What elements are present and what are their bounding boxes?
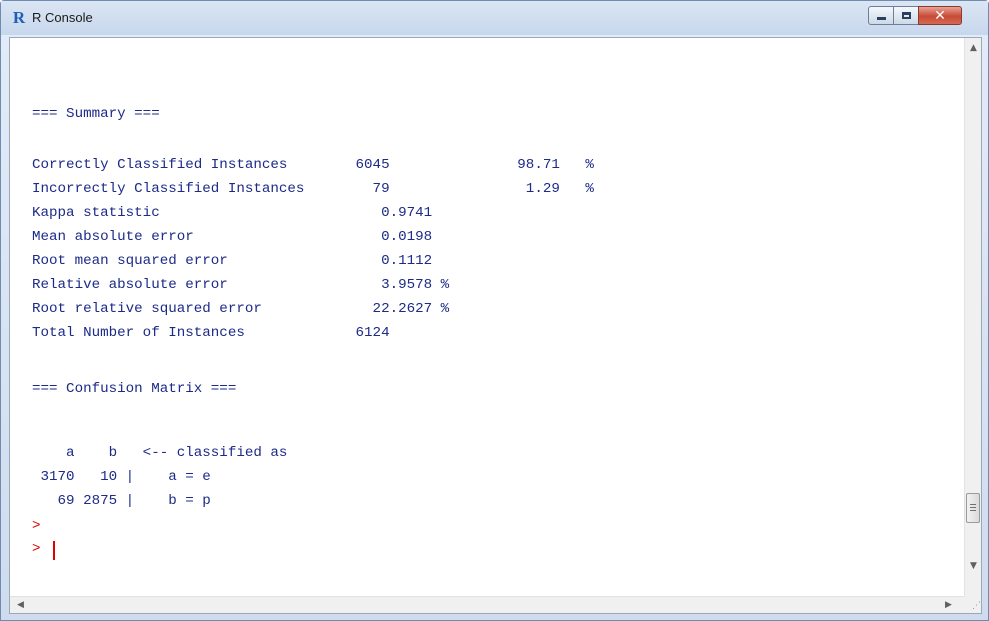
vertical-scrollbar[interactable]: ▲ ▼ bbox=[964, 38, 981, 596]
console-line: a b <-- classified as bbox=[32, 445, 288, 461]
console-line: === Confusion Matrix === bbox=[32, 381, 237, 397]
console-line: 69 2875 | b = p bbox=[32, 493, 211, 509]
console-line: 3170 10 | a = e bbox=[32, 469, 211, 485]
window-title: R Console bbox=[32, 10, 93, 25]
input-caret[interactable] bbox=[53, 541, 55, 560]
r-console-window: R R Console ✕ === Summary === Correctly … bbox=[0, 0, 989, 621]
grip-line bbox=[970, 507, 976, 508]
minimize-button[interactable] bbox=[868, 6, 894, 25]
console-line: Incorrectly Classified Instances 79 1.29… bbox=[32, 181, 594, 197]
horizontal-scrollbar[interactable]: ◀ ▶ bbox=[10, 596, 964, 613]
console-line: Root relative squared error 22.2627 % bbox=[32, 301, 450, 317]
console-output[interactable]: === Summary === Correctly Classified Ins… bbox=[10, 38, 964, 596]
grip-line bbox=[970, 504, 976, 505]
console-line: === Summary === bbox=[32, 106, 160, 122]
grip-line bbox=[970, 510, 976, 511]
minimize-icon bbox=[876, 17, 886, 20]
console-line: Relative absolute error 3.9578 % bbox=[32, 277, 450, 293]
r-logo-icon[interactable]: R bbox=[11, 9, 27, 26]
console-prompt: > bbox=[32, 518, 41, 534]
console-line: Total Number of Instances 6124 bbox=[32, 325, 390, 341]
console-line: Root mean squared error 0.1112 bbox=[32, 253, 433, 269]
scroll-down-icon[interactable]: ▼ bbox=[965, 558, 982, 575]
console-client-area: === Summary === Correctly Classified Ins… bbox=[9, 37, 982, 614]
maximize-icon bbox=[901, 12, 911, 19]
vertical-scroll-thumb[interactable] bbox=[966, 493, 980, 523]
close-button[interactable]: ✕ bbox=[918, 6, 962, 25]
console-line: Correctly Classified Instances 6045 98.7… bbox=[32, 157, 594, 173]
resize-grip-icon[interactable]: ⋰ bbox=[964, 596, 981, 613]
scroll-up-icon[interactable]: ▲ bbox=[965, 40, 982, 57]
console-line: Mean absolute error 0.0198 bbox=[32, 229, 433, 245]
scroll-left-icon[interactable]: ◀ bbox=[12, 597, 29, 614]
title-bar[interactable]: R R Console ✕ bbox=[1, 1, 988, 35]
console-line: Kappa statistic 0.9741 bbox=[32, 205, 433, 221]
maximize-button[interactable] bbox=[893, 6, 919, 25]
close-icon: ✕ bbox=[934, 7, 946, 24]
console-prompt: > bbox=[32, 541, 41, 557]
scroll-right-icon[interactable]: ▶ bbox=[940, 597, 957, 614]
